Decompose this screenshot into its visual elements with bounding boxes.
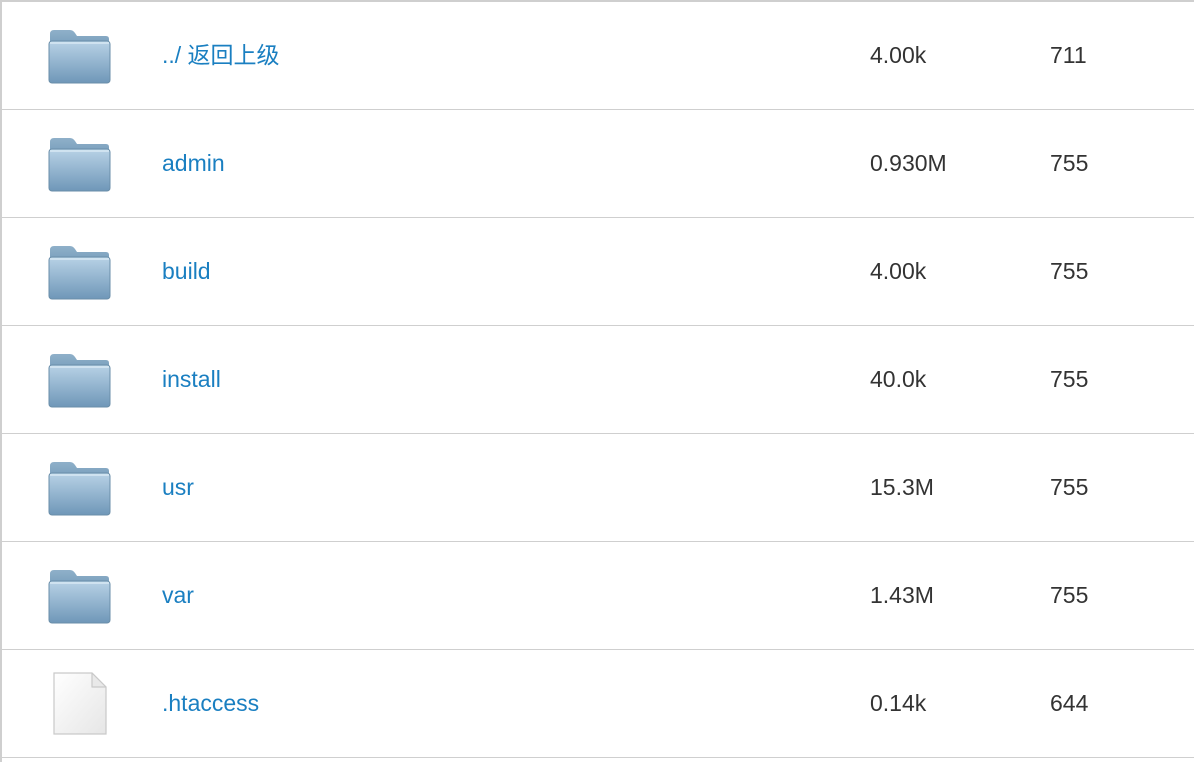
folder-icon[interactable] [44, 240, 114, 304]
file-size: 4.00k [870, 258, 927, 284]
table-row[interactable]: admin 0.930M 755 [2, 110, 1194, 218]
file-size: 1.43M [870, 582, 934, 608]
file-listing: ../ 返回上级 4.00k 711 admin 0.930M 755 buil… [0, 0, 1194, 762]
file-link[interactable]: .htaccess [162, 650, 259, 757]
file-size: 0.930M [870, 150, 947, 176]
folder-link[interactable]: ../ 返回上级 [162, 2, 280, 109]
folder-link[interactable]: install [162, 326, 221, 433]
folder-link[interactable]: admin [162, 110, 225, 217]
table-row[interactable]: ../ 返回上级 4.00k 711 [2, 2, 1194, 110]
table-row[interactable]: build 4.00k 755 [2, 218, 1194, 326]
file-size: 15.3M [870, 474, 934, 500]
file-permissions: 755 [1050, 474, 1089, 500]
file-size: 40.0k [870, 366, 927, 392]
folder-icon[interactable] [44, 564, 114, 628]
file-size: 4.00k [870, 42, 927, 68]
file-permissions: 755 [1050, 258, 1089, 284]
file-permissions: 644 [1050, 690, 1089, 716]
folder-link[interactable]: build [162, 218, 211, 325]
file-size: 0.14k [870, 690, 927, 716]
table-row[interactable]: var 1.43M 755 [2, 542, 1194, 650]
file-permissions: 755 [1050, 150, 1089, 176]
file-icon[interactable] [44, 672, 114, 736]
file-permissions: 711 [1050, 42, 1087, 68]
folder-link[interactable]: usr [162, 434, 194, 541]
table-row[interactable]: usr 15.3M 755 [2, 434, 1194, 542]
folder-link[interactable]: var [162, 542, 194, 649]
table-row[interactable]: .htaccess 0.14k 644 [2, 650, 1194, 758]
folder-icon[interactable] [44, 456, 114, 520]
folder-icon[interactable] [44, 24, 114, 88]
folder-icon[interactable] [44, 132, 114, 196]
file-permissions: 755 [1050, 582, 1089, 608]
folder-icon[interactable] [44, 348, 114, 412]
file-permissions: 755 [1050, 366, 1089, 392]
table-row[interactable]: install 40.0k 755 [2, 326, 1194, 434]
